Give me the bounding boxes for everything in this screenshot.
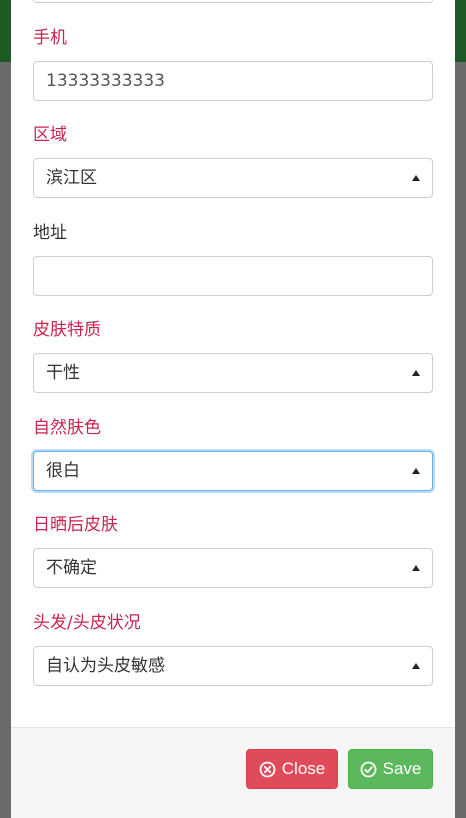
natural-skin-color-select[interactable]: 很白 xyxy=(33,451,433,491)
phone-input[interactable]: 13333333333 xyxy=(33,61,433,101)
skin-type-label: 皮肤特质 xyxy=(33,320,101,340)
sun-skin-select[interactable]: 不确定 xyxy=(33,548,433,588)
circle-x-icon xyxy=(259,761,276,778)
phone-label: 手机 xyxy=(33,28,67,48)
natural-skin-color-label: 自然肤色 xyxy=(33,418,101,438)
save-button-label: Save xyxy=(382,759,422,778)
circle-check-icon xyxy=(360,761,377,778)
close-button-label: Close xyxy=(281,759,326,778)
hair-scalp-select-value: 自认为头皮敏感 xyxy=(46,656,165,676)
address-input[interactable] xyxy=(33,256,433,296)
address-label: 地址 xyxy=(33,223,67,243)
save-button[interactable]: Save xyxy=(348,749,433,789)
modal-footer: Close Save xyxy=(11,727,455,818)
close-button[interactable]: Close xyxy=(246,749,338,789)
caret-up-icon xyxy=(412,370,420,376)
hair-scalp-select[interactable]: 自认为头皮敏感 xyxy=(33,646,433,686)
skin-type-select[interactable]: 干性 xyxy=(33,353,433,393)
sun-skin-select-value: 不确定 xyxy=(46,558,97,578)
natural-skin-color-select-value: 很白 xyxy=(46,461,80,481)
caret-up-icon xyxy=(412,663,420,669)
sun-skin-label: 日晒后皮肤 xyxy=(33,515,118,535)
hair-scalp-label: 头发/头皮状况 xyxy=(33,613,141,633)
caret-up-icon xyxy=(412,565,420,571)
region-label: 区域 xyxy=(33,125,67,145)
previous-field-edge xyxy=(33,0,433,3)
region-select-value: 滨江区 xyxy=(46,168,97,188)
caret-up-icon xyxy=(412,175,420,181)
region-select[interactable]: 滨江区 xyxy=(33,158,433,198)
caret-up-icon xyxy=(412,468,420,474)
skin-type-select-value: 干性 xyxy=(46,363,80,383)
modal-dialog: 手机 13333333333 区域 滨江区 地址 皮肤特质 干性 自然肤色 很白… xyxy=(11,0,455,818)
